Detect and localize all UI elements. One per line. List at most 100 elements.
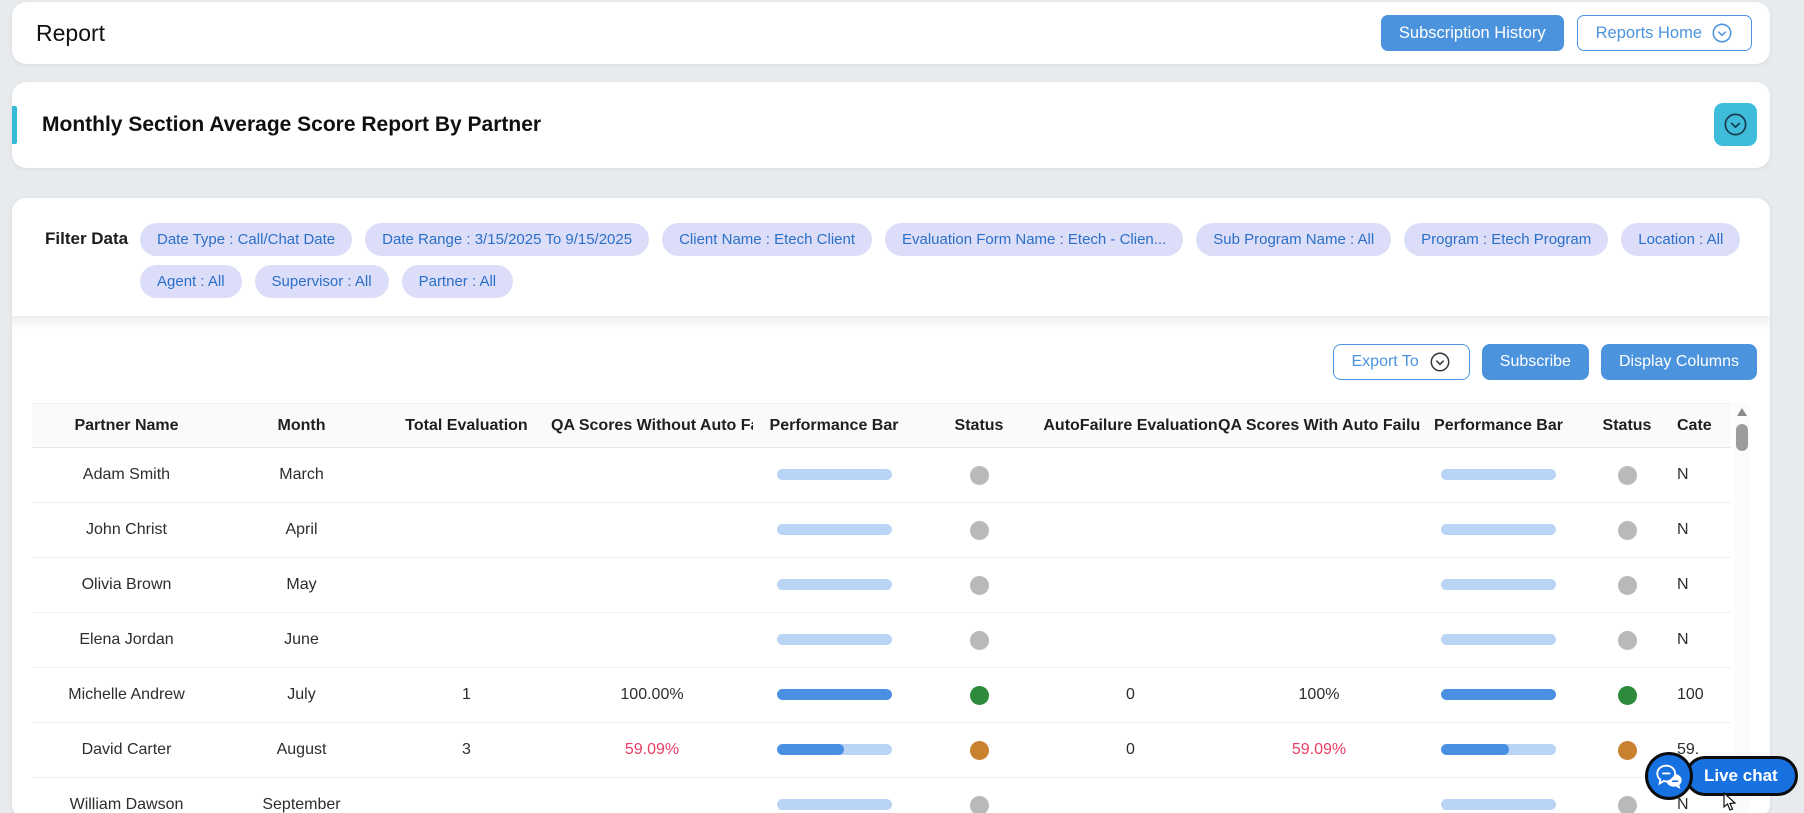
status-indicator	[970, 686, 989, 705]
live-chat-button[interactable]: Live chat	[1685, 756, 1798, 796]
report-table: Partner NameMonthTotal EvaluationQA Scor…	[32, 403, 1731, 813]
performance-bar	[777, 634, 892, 645]
chevron-down-circle-icon	[1429, 351, 1451, 373]
performance-bar-cell	[753, 521, 915, 539]
export-to-button[interactable]: Export To	[1333, 344, 1470, 380]
status-indicator	[1618, 796, 1637, 813]
status-cell	[1577, 686, 1677, 705]
filter-chip[interactable]: Agent : All	[140, 265, 242, 298]
status-indicator	[1618, 466, 1637, 485]
filter-section-shadow	[12, 317, 1770, 331]
month-cell: March	[221, 466, 382, 484]
filter-chip[interactable]: Date Type : Call/Chat Date	[140, 223, 352, 256]
top-bar: Report Subscription History Reports Home	[12, 2, 1770, 64]
filter-chip[interactable]: Client Name : Etech Client	[662, 223, 872, 256]
category-cell: N	[1677, 521, 1731, 539]
performance-bar-cell	[1420, 466, 1577, 484]
table-row: Adam Smith March N	[32, 448, 1731, 503]
partner-name-cell: John Christ	[32, 521, 221, 539]
performance-bar-cell	[1420, 796, 1577, 813]
scroll-up-arrow-icon[interactable]	[1737, 408, 1747, 416]
category-cell: N	[1677, 631, 1731, 649]
filter-chip[interactable]: Supervisor : All	[255, 265, 389, 298]
status-indicator	[1618, 686, 1637, 705]
month-cell: September	[221, 796, 382, 813]
performance-bar	[1441, 689, 1556, 700]
report-title-bar: Monthly Section Average Score Report By …	[12, 82, 1770, 168]
status-indicator	[1618, 631, 1637, 650]
status-cell	[915, 466, 1043, 485]
collapse-section-button[interactable]	[1714, 103, 1757, 146]
performance-bar	[1441, 744, 1556, 755]
subscription-history-label: Subscription History	[1399, 24, 1546, 43]
status-indicator	[970, 466, 989, 485]
filter-chip[interactable]: Partner : All	[402, 265, 514, 298]
filter-chip[interactable]: Sub Program Name : All	[1196, 223, 1391, 256]
performance-bar	[777, 744, 892, 755]
total-evaluation-cell: 3	[382, 741, 551, 759]
performance-bar-cell	[753, 576, 915, 594]
category-cell: N	[1677, 576, 1731, 594]
qa-score-with-autofailure-cell: 100%	[1218, 686, 1420, 704]
page-title: Report	[36, 20, 105, 47]
subscribe-button[interactable]: Subscribe	[1482, 344, 1589, 380]
column-header: Performance Bar	[1420, 417, 1577, 435]
partner-name-cell: Adam Smith	[32, 466, 221, 484]
filter-chip[interactable]: Program : Etech Program	[1404, 223, 1608, 256]
table-body: Adam Smith March N John Christ April	[32, 448, 1731, 813]
status-cell	[915, 686, 1043, 705]
title-accent-bar	[12, 106, 17, 144]
autofailure-evaluation-cell: 0	[1043, 686, 1218, 704]
status-cell	[915, 521, 1043, 540]
performance-bar	[1441, 634, 1556, 645]
qa-score-without-autofailure-cell: 100.00%	[551, 686, 753, 704]
chat-bubbles-icon	[1645, 752, 1693, 800]
month-cell: June	[221, 631, 382, 649]
column-header: Month	[221, 417, 382, 435]
column-header: Status	[915, 417, 1043, 435]
chevron-down-circle-icon	[1711, 22, 1733, 44]
month-cell: August	[221, 741, 382, 759]
performance-bar	[777, 799, 892, 810]
filter-chip[interactable]: Evaluation Form Name : Etech - Clien...	[885, 223, 1183, 256]
filter-chip-row: Date Type : Call/Chat Date Date Range : 3…	[140, 223, 1740, 256]
display-columns-label: Display Columns	[1619, 353, 1739, 371]
performance-bar	[777, 524, 892, 535]
performance-bar-cell	[753, 686, 915, 704]
column-header: QA Scores Without Auto Failure	[551, 417, 753, 435]
total-evaluation-cell: 1	[382, 686, 551, 704]
status-indicator	[970, 576, 989, 595]
month-cell: May	[221, 576, 382, 594]
partner-name-cell: Elena Jordan	[32, 631, 221, 649]
table-toolbar: Export To Subscribe Display Columns	[1333, 344, 1758, 380]
subscription-history-button[interactable]: Subscription History	[1381, 15, 1564, 51]
top-actions: Subscription History Reports Home	[1381, 15, 1752, 51]
scrollbar-thumb[interactable]	[1736, 424, 1748, 451]
table-row: Olivia Brown May N	[32, 558, 1731, 613]
filter-chip[interactable]: Location : All	[1621, 223, 1740, 256]
partner-name-cell: David Carter	[32, 741, 221, 759]
filter-chip[interactable]: Date Range : 3/15/2025 To 9/15/2025	[365, 223, 649, 256]
status-cell	[1577, 576, 1677, 595]
performance-bar-cell	[753, 796, 915, 813]
table-row: Elena Jordan June N	[32, 613, 1731, 668]
column-header: QA Scores With Auto Failure	[1218, 417, 1420, 435]
display-columns-button[interactable]: Display Columns	[1601, 344, 1757, 380]
status-indicator	[970, 796, 989, 813]
reports-home-button[interactable]: Reports Home	[1577, 15, 1752, 51]
reports-home-label: Reports Home	[1596, 24, 1702, 43]
status-indicator	[970, 631, 989, 650]
performance-bar-cell	[753, 466, 915, 484]
performance-bar	[777, 469, 892, 480]
status-cell	[1577, 521, 1677, 540]
column-header: Partner Name	[32, 417, 221, 435]
status-cell	[1577, 466, 1677, 485]
performance-bar-cell	[1420, 521, 1577, 539]
filter-section: Filter Data Date Type : Call/Chat DateDa…	[12, 198, 1770, 317]
status-cell	[915, 741, 1043, 760]
month-cell: April	[221, 521, 382, 539]
status-cell	[915, 631, 1043, 650]
category-cell: N	[1677, 466, 1731, 484]
performance-bar	[1441, 799, 1556, 810]
performance-bar	[777, 579, 892, 590]
